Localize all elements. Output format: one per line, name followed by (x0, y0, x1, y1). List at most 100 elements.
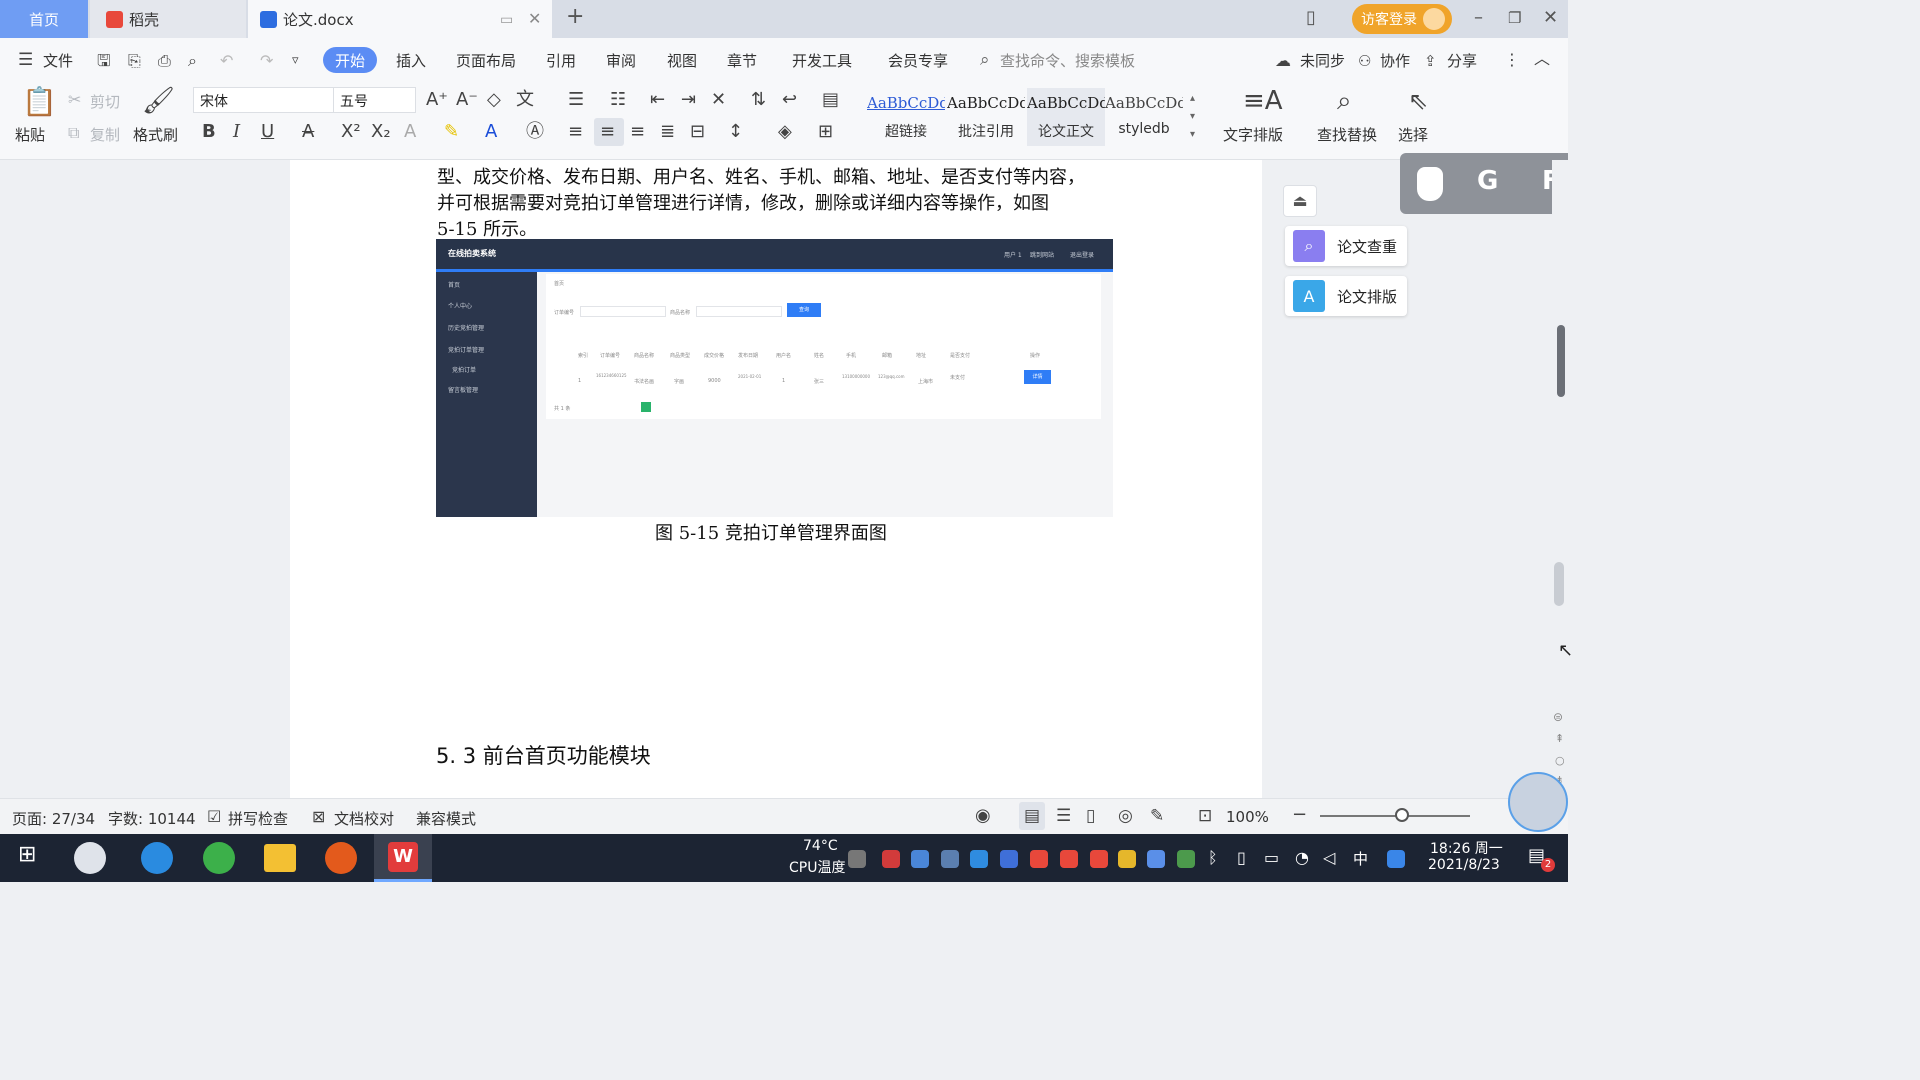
collapse-ribbon-icon[interactable]: ︿ (1534, 50, 1550, 68)
customize-icon[interactable]: ▿ (292, 52, 299, 70)
restore-icon[interactable]: ❐ (1508, 9, 1521, 27)
decrease-indent-icon[interactable]: ⇤ (650, 91, 665, 109)
proofread-button[interactable]: 文档校对 (334, 808, 394, 829)
bold-icon[interactable]: B (202, 123, 216, 141)
vertical-scrollbar[interactable] (1552, 160, 1568, 798)
mouse-icon[interactable] (1417, 167, 1443, 201)
number-list-icon[interactable]: ☷ (610, 91, 626, 109)
increase-indent-icon[interactable]: ⇥ (681, 91, 696, 109)
web-view-icon[interactable]: ◎ (1118, 807, 1133, 825)
menu-insert[interactable]: 插入 (396, 50, 426, 71)
undo-icon[interactable]: ↶ (220, 52, 233, 70)
print-preview-icon[interactable]: ⌕ (188, 52, 197, 70)
text-layout-button[interactable]: 文字排版 (1223, 124, 1283, 145)
clock-time[interactable]: 18:26 周一 (1430, 838, 1503, 858)
ruler-icon[interactable]: ▤ (822, 91, 839, 109)
ie-browser-icon[interactable] (141, 842, 173, 874)
text-effect-icon[interactable]: A (404, 123, 416, 141)
phonetic-icon[interactable]: 文 (516, 91, 534, 109)
char-border-icon[interactable]: Ⓐ (526, 123, 544, 141)
menu-start[interactable]: 开始 (323, 47, 377, 73)
superscript-icon[interactable]: X² (341, 123, 361, 141)
tray-shield-icon[interactable] (1000, 850, 1018, 868)
scroll-down-icon[interactable]: ⊜ (1553, 708, 1563, 726)
tray-plus-icon[interactable] (1118, 850, 1136, 868)
strikethrough-icon[interactable]: A (302, 123, 314, 141)
game-app-icon[interactable] (325, 842, 357, 874)
bullet-list-icon[interactable]: ☰ (568, 91, 584, 109)
tray-red-icon[interactable] (882, 850, 900, 868)
visitor-login-button[interactable]: 访客登录 (1352, 4, 1452, 34)
tray-blue-icon[interactable] (911, 850, 929, 868)
ime-indicator[interactable]: 中 (1353, 848, 1368, 869)
embedded-screenshot-image[interactable]: 在线拍卖系统 用户 1 跳到网站 退出登录 首页 个人中心 历史竞拍管理 竞拍订… (436, 239, 1113, 517)
zoom-slider-handle[interactable] (1395, 808, 1409, 822)
font-size-select[interactable]: 五号 (333, 87, 416, 113)
layout-icon[interactable]: ▯ (1306, 9, 1316, 27)
sort-icon[interactable]: ⇅ (751, 91, 766, 109)
grow-font-icon[interactable]: A⁺ (426, 91, 448, 109)
share-button[interactable]: 分享 (1447, 50, 1477, 71)
reading-view-icon[interactable]: ▯ (1086, 807, 1095, 825)
volume-icon[interactable]: ◁ (1323, 849, 1335, 867)
menu-page-layout[interactable]: 页面布局 (456, 50, 516, 71)
select-icon[interactable]: ⇖ (1408, 88, 1428, 114)
align-left-icon[interactable]: ≡ (568, 123, 583, 141)
chinese-layout-icon[interactable]: ✕ (711, 91, 726, 109)
zoom-out-icon[interactable]: − (1292, 806, 1307, 824)
print-icon[interactable]: ⎙ (158, 52, 171, 70)
tray-share-icon[interactable] (970, 850, 988, 868)
collab-button[interactable]: 协作 (1380, 50, 1410, 71)
shading-icon[interactable]: ◈ (778, 123, 792, 141)
menu-chapter[interactable]: 章节 (727, 50, 757, 71)
scrollbar-thumb[interactable] (1554, 562, 1564, 606)
usb-drive-icon[interactable]: ▯ (1237, 849, 1246, 867)
redo-icon[interactable]: ↷ (260, 52, 273, 70)
more-icon[interactable]: ⋮ (1504, 51, 1520, 69)
format-painter-button[interactable]: 格式刷 (133, 124, 178, 145)
subscript-icon[interactable]: X₂ (371, 123, 391, 141)
command-search-input[interactable]: 查找命令、搜索模板 (1000, 50, 1135, 71)
italic-icon[interactable]: I (233, 123, 240, 141)
find-replace-button[interactable]: 查找替换 (1317, 124, 1377, 145)
menu-file[interactable]: 文件 (43, 50, 73, 71)
prev-page-icon[interactable]: ⇞ (1555, 730, 1564, 748)
style-comment-ref[interactable]: AaBbCcDd 批注引用 (947, 88, 1025, 146)
menu-review[interactable]: 审阅 (606, 50, 636, 71)
fit-page-icon[interactable]: ⊡ (1198, 807, 1212, 825)
eye-protect-icon[interactable]: ◉ (975, 807, 991, 825)
borders-icon[interactable]: ⊞ (818, 123, 833, 141)
paste-button[interactable]: 粘贴 (15, 124, 45, 145)
zoom-level[interactable]: 100% (1226, 808, 1269, 826)
pinwheel-app-icon[interactable] (74, 842, 106, 874)
floating-letter-g[interactable]: G (1477, 166, 1498, 196)
style-styledb[interactable]: AaBbCcDd styledb (1105, 88, 1183, 146)
clear-format-icon[interactable]: ◇ (487, 91, 501, 109)
paste-icon[interactable]: 📋 (22, 88, 57, 116)
line-spacing-icon[interactable]: ↕ (728, 123, 743, 141)
tray-qq-icon[interactable] (1030, 850, 1048, 868)
cut-button[interactable]: 剪切 (90, 91, 120, 112)
select-browse-icon[interactable]: ○ (1555, 752, 1565, 770)
tray-qq3-icon[interactable] (1090, 850, 1108, 868)
close-window-icon[interactable]: ✕ (1543, 9, 1558, 27)
tab-daoke[interactable]: 稻壳 (90, 0, 246, 38)
format-painter-icon[interactable]: 🖌 (142, 88, 175, 114)
align-right-icon[interactable]: ≡ (630, 123, 645, 141)
paragraph-marks-icon[interactable]: ↩ (782, 91, 797, 109)
write-mode-icon[interactable]: ✎ (1150, 807, 1164, 825)
menu-references[interactable]: 引用 (546, 50, 576, 71)
thesis-layout-button[interactable]: A 论文排版 (1285, 276, 1407, 316)
tray-qq2-icon[interactable] (1060, 850, 1078, 868)
windows-start-icon[interactable]: ⊞ (18, 844, 36, 866)
assistant-icon[interactable] (1508, 772, 1568, 832)
hamburger-icon[interactable]: ☰ (18, 51, 33, 69)
style-thesis-body[interactable]: AaBbCcDd 论文正文 (1027, 88, 1105, 146)
close-tab-icon[interactable]: ✕ (528, 10, 541, 28)
minimize-icon[interactable]: – (1474, 9, 1483, 27)
outline-view-icon[interactable]: ☰ (1056, 807, 1071, 825)
side-scroll-handle[interactable] (1557, 325, 1565, 397)
tray-q-icon[interactable] (1387, 850, 1405, 868)
menu-view[interactable]: 视图 (667, 50, 697, 71)
find-replace-icon[interactable]: ⌕ (1337, 88, 1352, 114)
